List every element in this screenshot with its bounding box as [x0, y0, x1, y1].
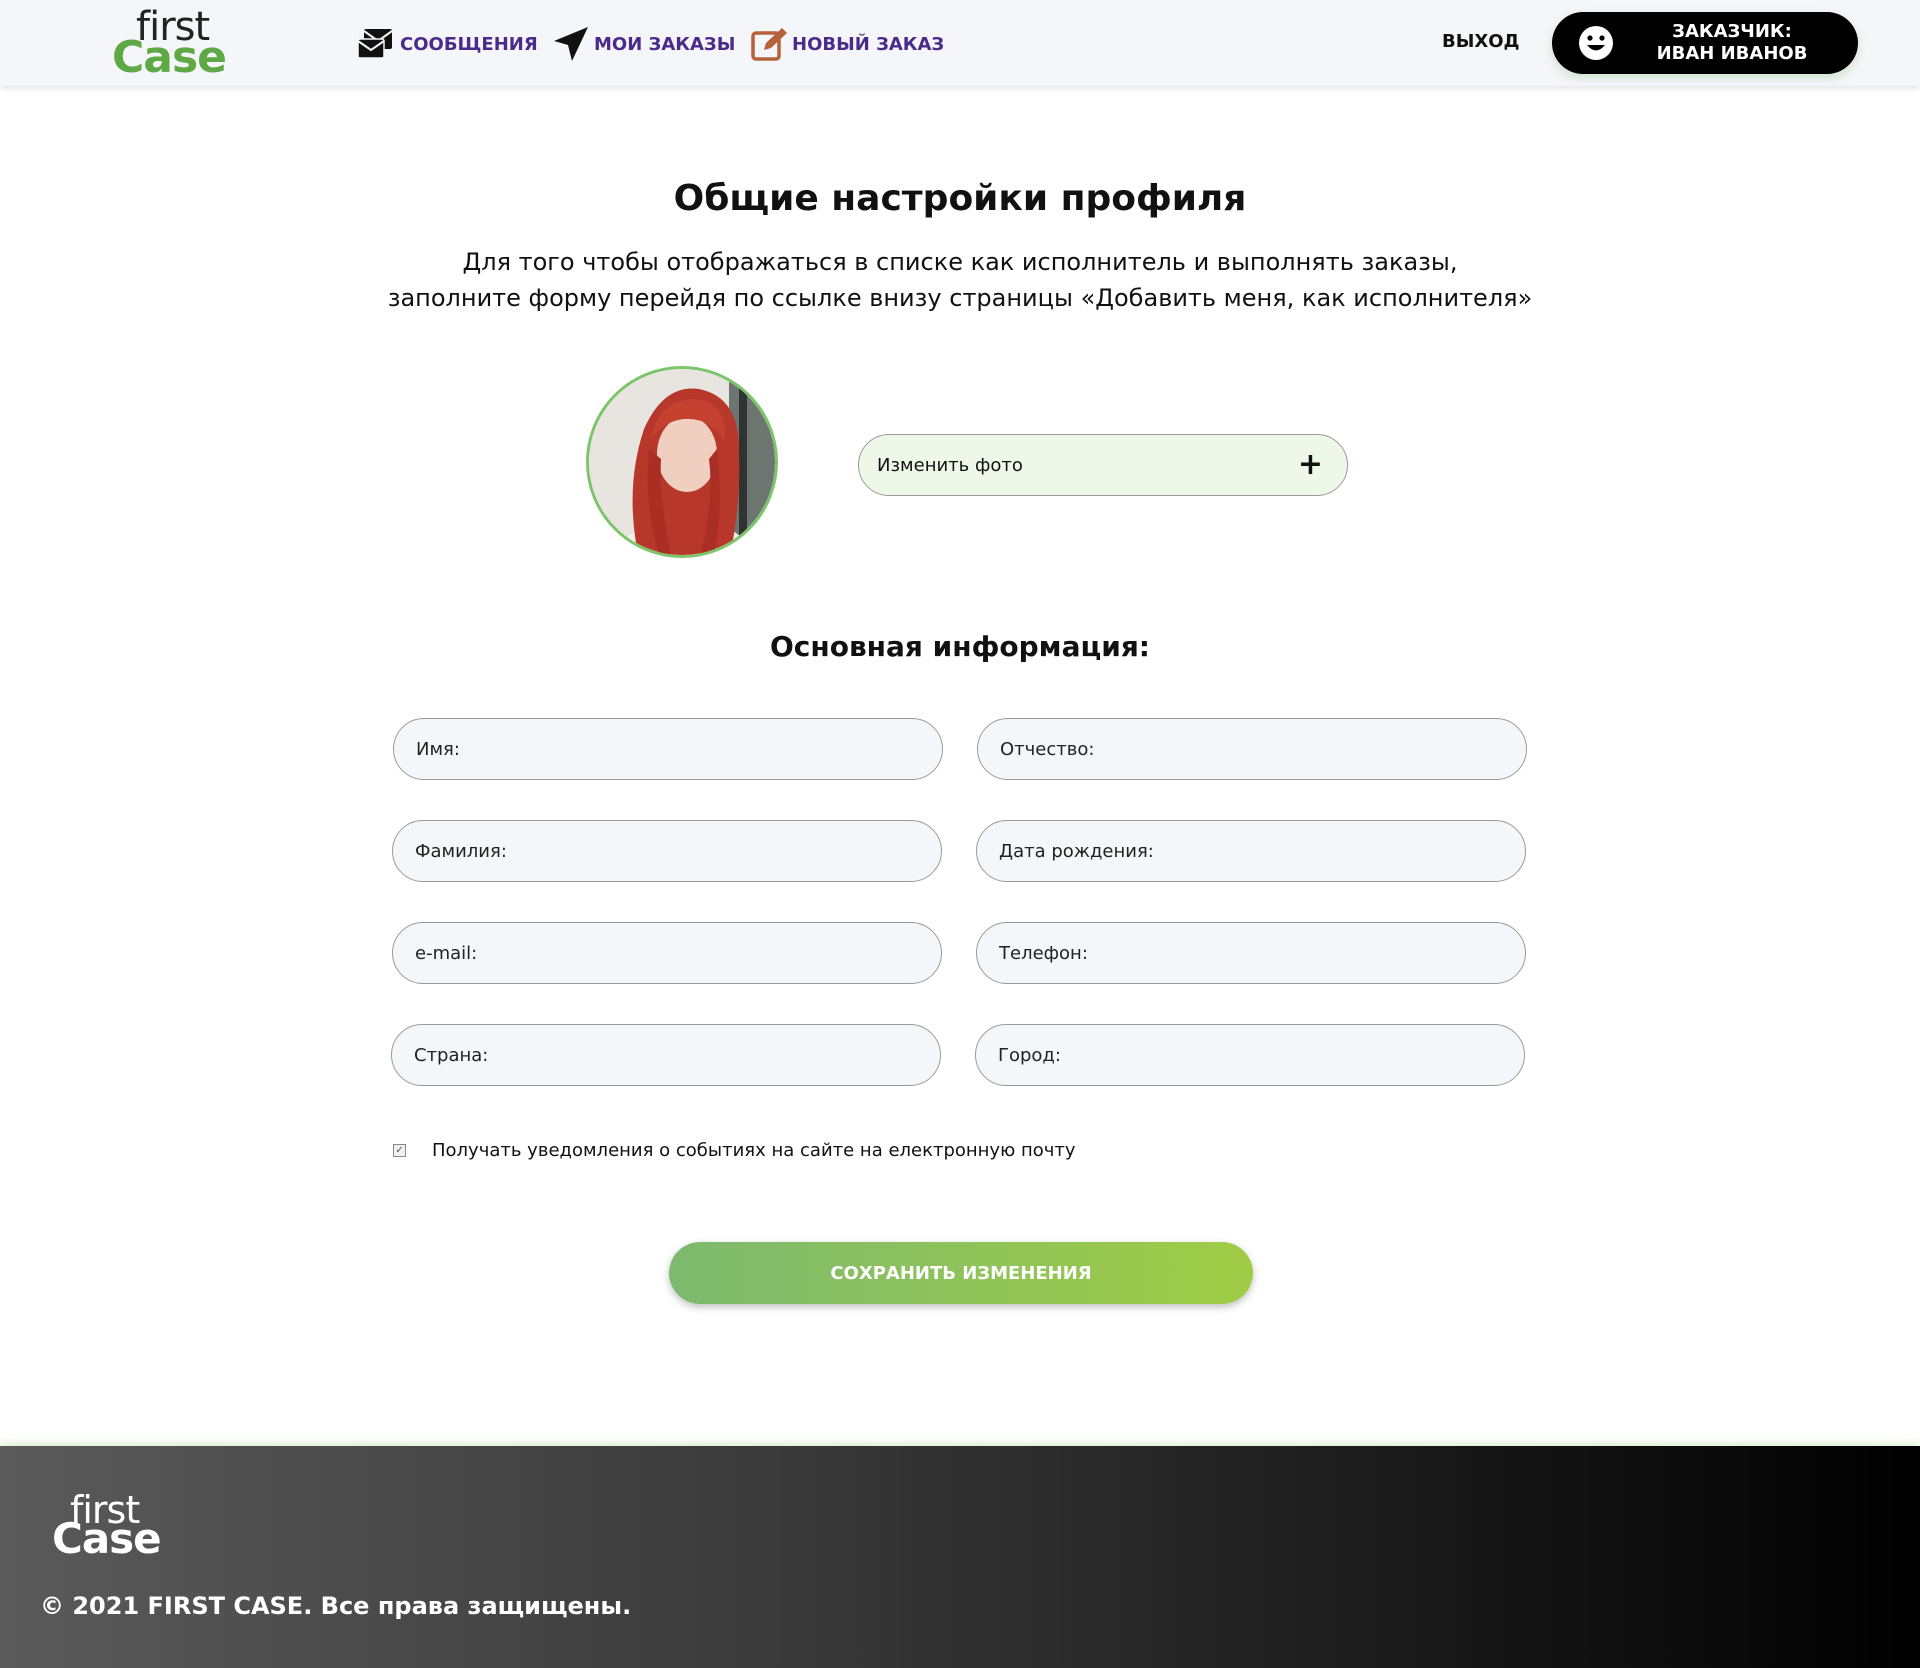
profile-avatar — [586, 366, 778, 558]
last-name-input[interactable] — [512, 840, 919, 862]
phone-field[interactable]: Телефон: — [976, 922, 1526, 984]
logo[interactable]: first Case — [112, 4, 232, 83]
first-name-field[interactable]: Имя: — [393, 718, 943, 780]
nav-new-order-label: Новый заказ — [792, 33, 945, 55]
footer-logo[interactable]: first Case — [52, 1488, 172, 1563]
nav-messages-label: Сообщения — [400, 33, 538, 55]
nav-my-orders[interactable]: Мои заказы — [552, 24, 735, 64]
save-button[interactable]: СОХРАНИТЬ ИЗМЕНЕНИЯ — [669, 1242, 1253, 1304]
email-label: e-mail: — [415, 942, 478, 964]
edit-icon — [750, 26, 788, 62]
phone-label: Телефон: — [999, 942, 1088, 964]
city-label: Город: — [998, 1044, 1061, 1066]
user-label: ЗАКАЗЧИК: ИВАН ИВАНОВ — [1622, 21, 1842, 65]
patronymic-field[interactable]: Отчество: — [977, 718, 1527, 780]
patronymic-input[interactable] — [1100, 738, 1504, 760]
nav-new-order[interactable]: Новый заказ — [750, 24, 944, 64]
section-title: Основная информация: — [769, 630, 1151, 663]
logout-link[interactable]: ВЫХОД — [1442, 31, 1520, 52]
patronymic-label: Отчество: — [1000, 738, 1095, 760]
footer-logo-case-text: Case — [52, 1514, 162, 1563]
user-name: ИВАН ИВАНОВ — [1656, 43, 1808, 64]
user-role: ЗАКАЗЧИК: — [1672, 21, 1792, 42]
change-photo-button[interactable]: Изменить фото + — [858, 434, 1348, 496]
phone-input[interactable] — [1093, 942, 1503, 964]
birth-date-field[interactable]: Дата рождения: — [976, 820, 1526, 882]
intro-line-2: заполните форму перейдя по ссылке внизу … — [387, 284, 1533, 312]
page-title: Общие настройки профиля — [673, 178, 1247, 219]
site-header: first Case Сообщения Мои заказы — [0, 0, 1920, 86]
email-field[interactable]: e-mail: — [392, 922, 942, 984]
user-menu-button[interactable]: ЗАКАЗЧИК: ИВАН ИВАНОВ — [1552, 12, 1858, 74]
country-input[interactable] — [494, 1044, 918, 1066]
birth-date-input[interactable] — [1159, 840, 1503, 862]
country-field[interactable]: Страна: — [391, 1024, 941, 1086]
smiley-icon — [1578, 25, 1614, 65]
first-name-label: Имя: — [416, 738, 460, 760]
country-label: Страна: — [414, 1044, 489, 1066]
notify-checkbox[interactable]: ✓ — [393, 1144, 406, 1157]
plus-icon: + — [1297, 447, 1323, 482]
notify-option: ✓ Получать уведомления о событиях на сай… — [393, 1140, 1076, 1161]
change-photo-label: Изменить фото — [877, 454, 1023, 476]
site-footer: first Case © 2021 FIRST CASE. Все права … — [0, 1446, 1920, 1668]
last-name-field[interactable]: Фамилия: — [392, 820, 942, 882]
copyright-text: © 2021 FIRST CASE. Все права защищены. — [40, 1592, 632, 1620]
first-name-input[interactable] — [465, 738, 920, 760]
intro-line-1: Для того чтобы отображаться в списке как… — [462, 248, 1458, 276]
last-name-label: Фамилия: — [415, 840, 507, 862]
paper-plane-icon — [552, 25, 590, 63]
envelopes-icon — [356, 27, 396, 61]
city-input[interactable] — [1066, 1044, 1502, 1066]
nav-messages[interactable]: Сообщения — [356, 24, 538, 64]
notify-label: Получать уведомления о событиях на сайте… — [432, 1140, 1076, 1161]
logo-case-text: Case — [112, 32, 227, 83]
nav-my-orders-label: Мои заказы — [594, 33, 736, 55]
email-input[interactable] — [483, 942, 919, 964]
birth-date-label: Дата рождения: — [999, 840, 1154, 862]
intro-text: Для того чтобы отображаться в списке как… — [310, 244, 1610, 316]
city-field[interactable]: Город: — [975, 1024, 1525, 1086]
